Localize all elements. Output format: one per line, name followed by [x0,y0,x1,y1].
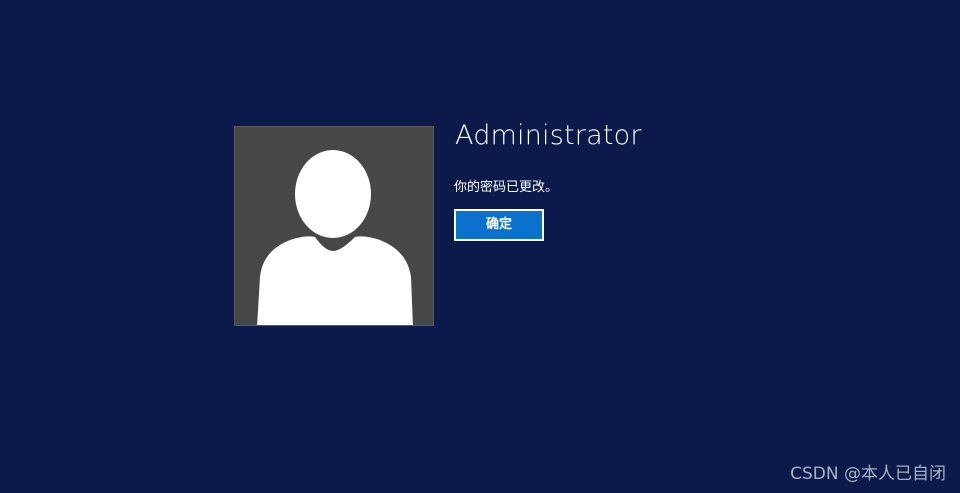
username-label: Administrator [455,120,642,151]
user-avatar [234,126,434,326]
ok-button[interactable]: 确定 [454,209,544,241]
watermark-text: CSDN @本人已自闭 [790,464,946,484]
password-changed-message: 你的密码已更改。 [454,180,559,195]
default-user-avatar-icon [257,150,413,325]
